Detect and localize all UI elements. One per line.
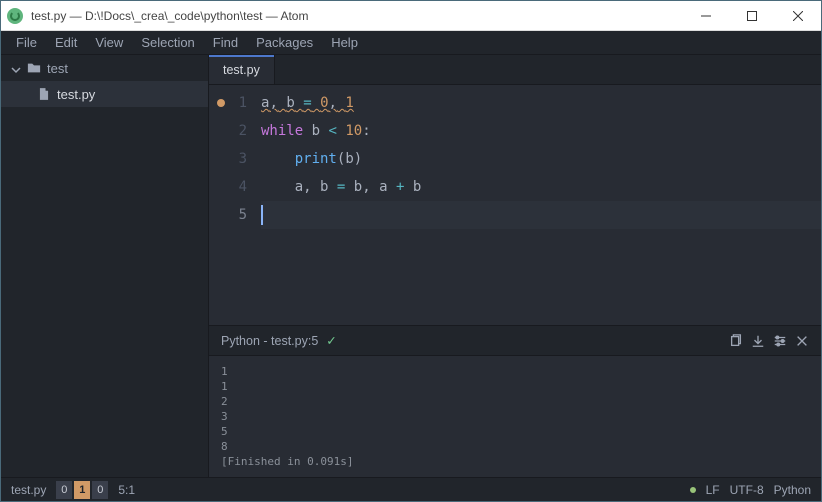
download-icon[interactable] (751, 334, 765, 348)
close-button[interactable] (775, 1, 821, 30)
status-encoding[interactable]: UTF-8 (730, 483, 764, 497)
line-number: 3 (209, 145, 247, 173)
minimize-button[interactable] (683, 1, 729, 30)
code-line[interactable]: while b < 10: (261, 117, 821, 145)
code-line[interactable]: a, b = 0, 1 (261, 89, 821, 117)
status-line-ending[interactable]: LF (706, 483, 720, 497)
code-editor[interactable]: 1 2 3 4 5 a, b = 0, 1 while b < 10: prin… (209, 85, 821, 325)
settings-icon[interactable] (773, 334, 787, 348)
menu-view[interactable]: View (86, 31, 132, 55)
status-cursor-position[interactable]: 5:1 (118, 483, 135, 497)
chevron-down-icon (11, 63, 21, 73)
line-number: 5 (209, 201, 247, 229)
main-area: test test.py test.py 1 2 3 4 5 a, b = 0 (1, 55, 821, 477)
menu-bar: File Edit View Selection Find Packages H… (1, 31, 821, 55)
copy-icon[interactable] (729, 334, 743, 348)
menu-selection[interactable]: Selection (132, 31, 203, 55)
tree-root-label: test (47, 61, 68, 76)
tab-label: test.py (223, 63, 260, 77)
maximize-button[interactable] (729, 1, 775, 30)
tree-root[interactable]: test (1, 55, 208, 81)
code-line[interactable]: a, b = b, a + b (261, 173, 821, 201)
code-line[interactable] (261, 201, 821, 229)
file-icon (37, 87, 51, 101)
git-modified: 1 (74, 481, 90, 499)
tree-item-label: test.py (57, 87, 95, 102)
code-line[interactable]: print(b) (261, 145, 821, 173)
editor-tabs: test.py (209, 55, 821, 85)
git-behind: 0 (56, 481, 72, 499)
status-bar: test.py 0 1 0 5:1 LF UTF-8 Python (1, 477, 821, 501)
tab-testpy[interactable]: test.py (209, 55, 275, 84)
editor-area: test.py 1 2 3 4 5 a, b = 0, 1 while b < … (209, 55, 821, 477)
script-output-panel: Python - test.py:5 ✓ 1 1 2 3 5 8 [Finish… (209, 325, 821, 477)
tree-item-testpy[interactable]: test.py (1, 81, 208, 107)
menu-edit[interactable]: Edit (46, 31, 86, 55)
output-text[interactable]: 1 1 2 3 5 8 [Finished in 0.091s] (209, 356, 821, 477)
modified-dot-icon (217, 99, 225, 107)
line-number: 4 (209, 173, 247, 201)
close-panel-icon[interactable] (795, 334, 809, 348)
atom-app-icon (7, 8, 23, 24)
menu-file[interactable]: File (7, 31, 46, 55)
line-number: 1 (209, 89, 247, 117)
window-controls (683, 1, 821, 30)
panel-header: Python - test.py:5 ✓ (209, 326, 821, 356)
menu-help[interactable]: Help (322, 31, 367, 55)
git-ahead: 0 (92, 481, 108, 499)
menu-packages[interactable]: Packages (247, 31, 322, 55)
line-number: 2 (209, 117, 247, 145)
status-grammar[interactable]: Python (774, 483, 811, 497)
status-filename[interactable]: test.py (11, 483, 46, 497)
check-icon: ✓ (326, 333, 336, 348)
window-title: test.py — D:\!Docs\_crea\_code\python\te… (31, 9, 683, 23)
menu-find[interactable]: Find (204, 31, 247, 55)
code-lines[interactable]: a, b = 0, 1 while b < 10: print(b) a, b … (261, 89, 821, 325)
gutter: 1 2 3 4 5 (209, 89, 261, 325)
panel-title: Python - test.py:5 (221, 334, 318, 348)
status-ok-icon (690, 487, 696, 493)
file-tree-panel: test test.py (1, 55, 209, 477)
window-titlebar: test.py — D:\!Docs\_crea\_code\python\te… (1, 1, 821, 31)
git-status[interactable]: 0 1 0 (56, 481, 108, 499)
folder-icon (27, 61, 41, 75)
